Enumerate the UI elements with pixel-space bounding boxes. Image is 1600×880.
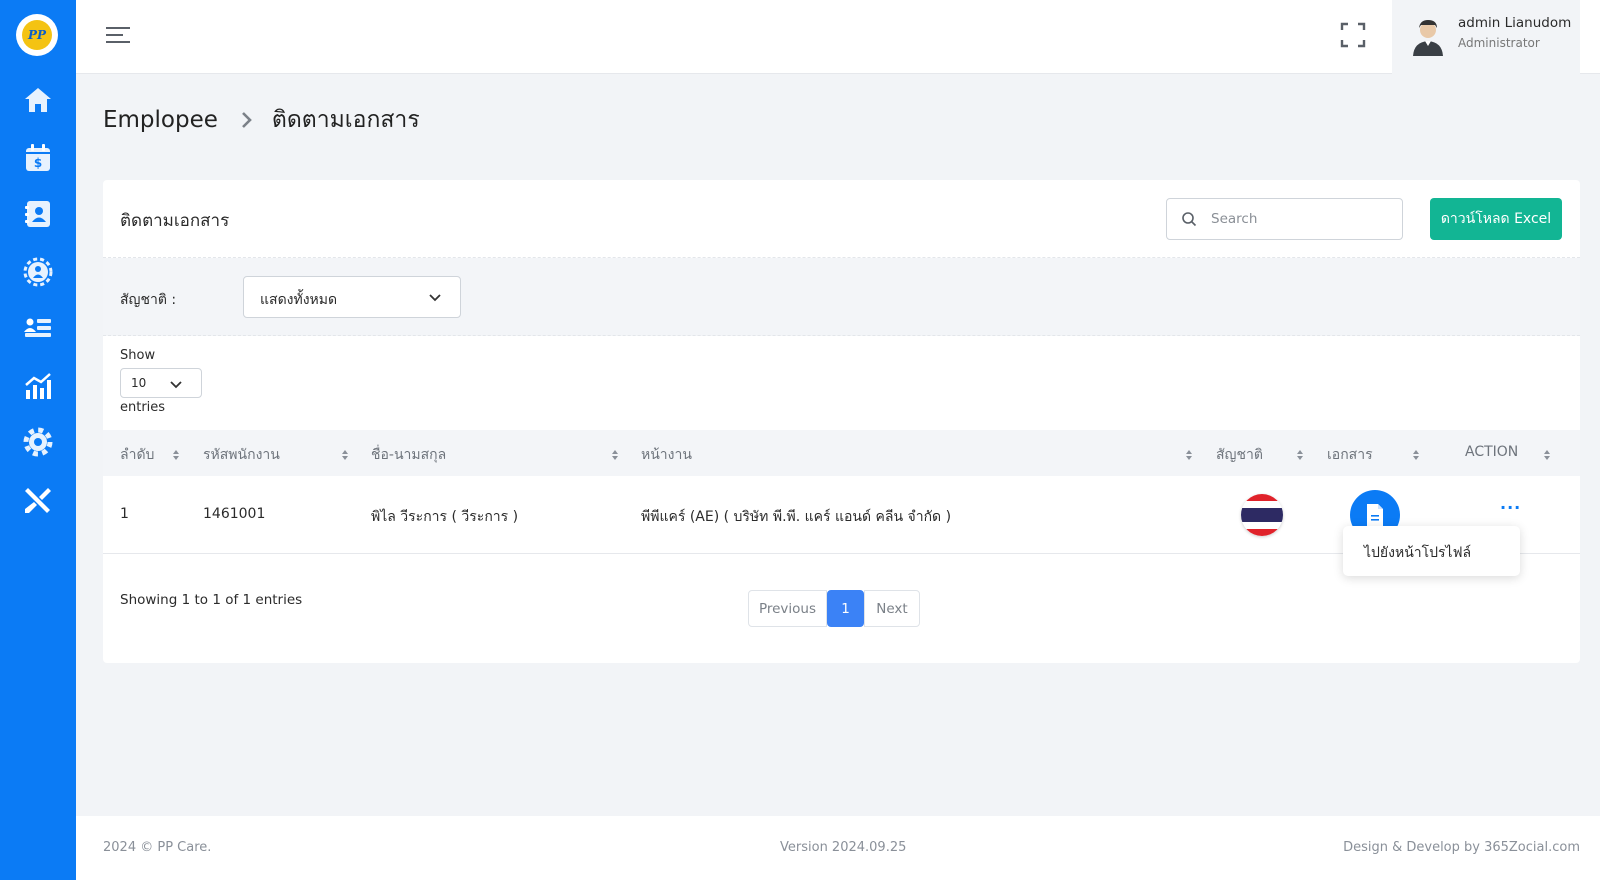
- card-title: ติดตามเอกสาร: [120, 211, 230, 231]
- team-gear-icon: [23, 257, 53, 287]
- user-role: Administrator: [1458, 36, 1540, 50]
- breadcrumb-current: ติดตามเอกสาร: [271, 107, 420, 133]
- user-name: admin Lianudom: [1458, 15, 1572, 31]
- sort-icon[interactable]: [172, 449, 180, 461]
- sort-icon[interactable]: [1185, 449, 1193, 461]
- cell-name: พิไล วีระการ ( วีระการ ): [371, 509, 519, 525]
- nationality-filter-label: สัญชาติ :: [120, 292, 177, 308]
- column-header-document[interactable]: เอกสาร: [1327, 444, 1373, 466]
- document-tracking-card: ติดตามเอกสาร ดาวน์โหลด Excel สัญชาติ : แ…: [103, 180, 1580, 663]
- column-header-name[interactable]: ชื่อ-นามสกุล: [371, 444, 446, 466]
- app-logo[interactable]: PP: [16, 14, 58, 56]
- sidebar-item-home[interactable]: [20, 82, 56, 118]
- breadcrumb: Emplopee ติดตามเอกสาร: [103, 102, 420, 138]
- column-header-site[interactable]: หน้างาน: [641, 444, 692, 466]
- card-header: ติดตามเอกสาร ดาวน์โหลด Excel: [103, 180, 1580, 258]
- footer: 2024 © PP Care. Version 2024.09.25 Desig…: [76, 816, 1600, 880]
- fullscreen-icon: [1340, 22, 1366, 48]
- sidebar-item-employee[interactable]: [20, 196, 56, 232]
- svg-text:$: $: [34, 156, 42, 170]
- column-header-nationality[interactable]: สัญชาติ: [1216, 444, 1263, 466]
- show-label: Show: [120, 348, 156, 363]
- entries-label: entries: [120, 400, 166, 415]
- previous-page-button[interactable]: Previous: [748, 590, 827, 627]
- user-list-icon: [24, 318, 51, 337]
- search-input[interactable]: [1211, 211, 1391, 227]
- column-header-no[interactable]: ลำดับ: [120, 444, 154, 466]
- calendar-dollar-icon: $: [26, 144, 50, 171]
- column-header-code[interactable]: รหัสพนักงาน: [203, 444, 280, 466]
- document-icon: [1367, 504, 1383, 526]
- cell-no: 1: [120, 506, 129, 522]
- home-icon: [25, 88, 51, 112]
- cell-site: พีพีแคร์ (AE) ( บริษัท พี.พี. แคร์ แอนด์…: [641, 509, 952, 525]
- fullscreen-button[interactable]: [1340, 22, 1366, 48]
- sort-icon[interactable]: [611, 449, 619, 461]
- user-menu[interactable]: admin Lianudom Administrator: [1392, 0, 1580, 74]
- sidebar-item-settings[interactable]: [20, 424, 56, 460]
- filter-bar: สัญชาติ : แสดงทั้งหมด: [103, 258, 1580, 336]
- breadcrumb-parent[interactable]: Emplopee: [103, 107, 218, 133]
- chevron-down-icon: [170, 381, 182, 389]
- sort-icon[interactable]: [1543, 449, 1551, 461]
- entries-per-page-select[interactable]: 10: [120, 368, 202, 398]
- sidebar-item-list[interactable]: [20, 310, 56, 346]
- sidebar: PP $: [0, 0, 76, 880]
- row-action-menu-button[interactable]: ···: [1500, 498, 1521, 517]
- menu-toggle-button[interactable]: [106, 24, 132, 48]
- nationality-select[interactable]: แสดงทั้งหมด: [243, 276, 461, 318]
- nationality-select-value: แสดงทั้งหมด: [260, 292, 338, 308]
- chevron-right-icon: [241, 112, 252, 128]
- next-page-button[interactable]: Next: [864, 590, 920, 627]
- column-header-action[interactable]: ACTION: [1465, 444, 1518, 460]
- page-1-button[interactable]: 1: [827, 590, 864, 627]
- tools-icon: [25, 488, 51, 513]
- entries-per-page-value: 10: [131, 376, 147, 390]
- pagination-info: Showing 1 to 1 of 1 entries: [120, 592, 303, 608]
- contact-card-icon: [25, 201, 50, 227]
- cell-code: 1461001: [203, 506, 266, 522]
- search-box[interactable]: [1166, 198, 1403, 240]
- table-header: ลำดับ รหัสพนักงาน ชื่อ-นามสกุล หน้างาน ส…: [103, 430, 1580, 476]
- bar-chart-icon: [25, 373, 51, 399]
- row-action-dropdown: ไปยังหน้าโปรไฟล์: [1343, 526, 1520, 576]
- sidebar-item-tools[interactable]: [20, 482, 56, 518]
- sidebar-item-team[interactable]: [20, 253, 56, 289]
- user-avatar-icon: [1413, 20, 1443, 56]
- thailand-flag-icon: [1241, 494, 1283, 536]
- gear-icon: [23, 427, 53, 457]
- logo-mark: PP: [22, 20, 52, 50]
- search-icon: [1182, 212, 1197, 227]
- footer-version: Version 2024.09.25: [780, 840, 907, 855]
- go-to-profile-menu-item[interactable]: ไปยังหน้าโปรไฟล์: [1364, 542, 1471, 564]
- chevron-down-icon: [429, 294, 441, 302]
- sidebar-item-report[interactable]: [20, 368, 56, 404]
- sort-icon[interactable]: [1296, 449, 1304, 461]
- download-excel-button[interactable]: ดาวน์โหลด Excel: [1430, 198, 1562, 240]
- footer-copyright: 2024 © PP Care.: [103, 840, 212, 855]
- avatar: [1410, 16, 1446, 56]
- sidebar-item-payroll[interactable]: $: [20, 140, 56, 176]
- sort-icon[interactable]: [341, 449, 349, 461]
- footer-credit[interactable]: Design & Develop by 365Zocial.com: [1343, 840, 1580, 855]
- pagination: Previous 1 Next: [748, 590, 920, 627]
- sort-icon[interactable]: [1412, 449, 1420, 461]
- topbar: admin Lianudom Administrator: [76, 0, 1600, 74]
- hamburger-icon: [106, 27, 130, 43]
